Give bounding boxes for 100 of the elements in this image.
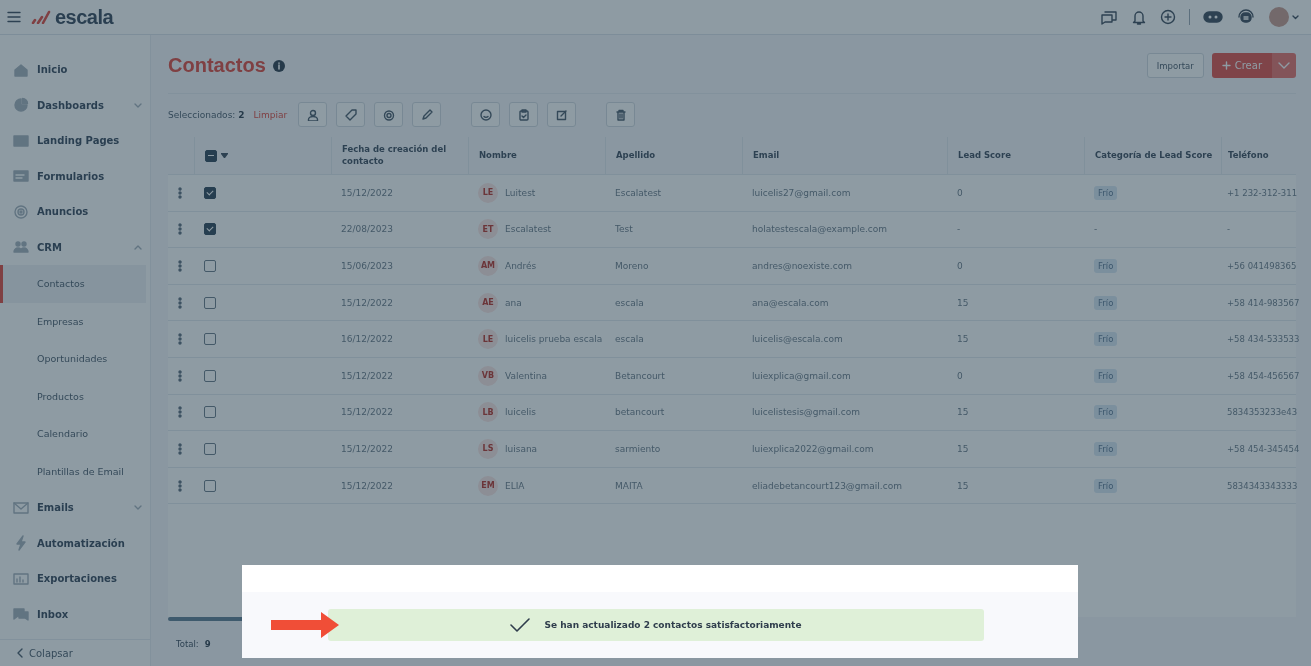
tag-button[interactable] [336, 102, 366, 127]
form-icon [13, 168, 29, 185]
nav-subitem[interactable]: Calendario [0, 415, 146, 453]
score-text: 15 [957, 297, 969, 308]
kebab-icon[interactable] [178, 479, 182, 492]
import-button[interactable]: Importar [1146, 53, 1204, 78]
page-title: Contactos [168, 54, 266, 77]
name-text: Andrés [505, 261, 537, 271]
pencil-icon [420, 108, 433, 121]
nav-subitem[interactable]: Productos [0, 377, 146, 415]
trash-button[interactable] [606, 102, 636, 127]
row-checkbox[interactable] [204, 223, 216, 236]
selected-count: Seleccionados: 2 [168, 109, 245, 120]
email-text: luicelis27@gmail.com [752, 187, 851, 198]
people-icon [13, 239, 29, 256]
row-checkbox[interactable] [204, 406, 216, 419]
total-label: Total: [176, 638, 199, 649]
nav-item[interactable]: Dashboards [0, 87, 150, 123]
menu-icon[interactable] [7, 11, 21, 23]
chevron-left-icon [17, 648, 23, 658]
total-count: 9 [204, 638, 211, 649]
nav-subitem[interactable]: Oportunidades [0, 340, 146, 378]
score-text: 15 [957, 480, 969, 491]
select-all-checkbox[interactable] [205, 149, 217, 162]
smiley-button[interactable] [471, 102, 501, 127]
target-button[interactable] [374, 102, 404, 127]
edit-button[interactable] [547, 102, 577, 127]
controller-icon[interactable] [1203, 10, 1223, 24]
row-checkbox[interactable] [204, 442, 216, 455]
clear-link[interactable]: Limpiar [253, 109, 288, 120]
nav-item[interactable]: Inicio [0, 52, 150, 88]
date-text: 15/12/2022 [341, 407, 393, 418]
chevron-down-icon [1278, 61, 1290, 70]
name-text: ana [505, 297, 522, 308]
nav-subitem[interactable]: Contactos [0, 265, 146, 303]
nav-item[interactable]: Emails [0, 490, 150, 526]
score-text: 0 [957, 370, 963, 381]
date-text: 15/12/2022 [341, 480, 393, 491]
kebab-icon[interactable] [178, 260, 182, 272]
add-icon[interactable] [1160, 9, 1176, 25]
kebab-icon[interactable] [178, 406, 182, 419]
caret-icon[interactable] [1292, 14, 1299, 20]
phone-text: +1 232-312-311 [1227, 187, 1298, 198]
initials-avatar: LE [478, 329, 498, 350]
kebab-icon[interactable] [178, 223, 182, 236]
category-text: - [1094, 224, 1098, 235]
row-checkbox[interactable] [204, 260, 216, 272]
kebab-icon[interactable] [178, 296, 182, 309]
nav-item[interactable]: Formularios [0, 158, 150, 194]
collapse-link[interactable]: Colapsar [0, 639, 150, 666]
plus-icon [1221, 61, 1231, 70]
nav-item[interactable]: Automatización [0, 525, 150, 561]
kebab-icon[interactable] [178, 333, 182, 346]
chat-icon[interactable] [1100, 9, 1118, 25]
initials-avatar: VB [478, 365, 498, 386]
date-text: 15/12/2022 [341, 443, 393, 454]
column-header: Teléfono [1228, 149, 1269, 162]
name-text: Escalatest [505, 224, 552, 235]
name-text: ELIA [505, 480, 525, 491]
clipboard-button[interactable] [509, 102, 539, 127]
name-text: Valentina [505, 370, 547, 381]
last-name-text: MAITA [615, 480, 643, 491]
caret-icon[interactable] [221, 153, 228, 158]
row-checkbox[interactable] [204, 296, 216, 309]
kebab-icon[interactable] [178, 442, 182, 455]
target-icon [382, 108, 395, 121]
pencil-button[interactable] [412, 102, 442, 127]
person-button[interactable] [298, 102, 328, 127]
last-name-text: Betancourt [615, 370, 665, 381]
checkmark-icon [510, 618, 531, 632]
bell-icon[interactable] [1131, 9, 1147, 25]
kebab-icon[interactable] [178, 369, 182, 382]
category-tag: Frío [1094, 441, 1118, 456]
column-header: Email [753, 149, 780, 162]
nav-item[interactable]: Exportaciones [0, 561, 150, 597]
create-button[interactable]: Crear [1211, 53, 1272, 78]
row-checkbox[interactable] [204, 369, 216, 382]
smiley-icon [479, 108, 492, 121]
column-header: Nombre [479, 149, 517, 162]
date-text: 16/12/2022 [341, 334, 393, 345]
email-text: holatestescala@example.com [752, 224, 888, 235]
info-icon[interactable] [272, 59, 285, 72]
success-toast: Se han actualizado 2 contactos satisfactoriamente [328, 609, 984, 641]
email-text: luiexplica@gmail.com [752, 370, 851, 381]
nav-item[interactable]: CRM [0, 229, 150, 265]
home-icon [13, 61, 29, 78]
row-checkbox[interactable] [204, 479, 216, 492]
headset-icon[interactable] [1236, 8, 1256, 26]
email-text: ana@escala.com [752, 297, 829, 308]
logo-text: escala [55, 5, 114, 29]
nav-item[interactable]: Anuncios [0, 194, 150, 230]
row-checkbox[interactable] [204, 186, 216, 199]
initials-avatar: AE [478, 292, 498, 313]
nav-subitem[interactable]: Plantillas de Email [0, 452, 146, 490]
initials-avatar: LE [478, 182, 498, 203]
row-checkbox[interactable] [204, 333, 216, 346]
nav-item[interactable]: Landing Pages [0, 123, 150, 159]
kebab-icon[interactable] [178, 186, 182, 199]
user-avatar[interactable] [1269, 7, 1289, 27]
nav-item[interactable]: Inbox [0, 596, 150, 632]
